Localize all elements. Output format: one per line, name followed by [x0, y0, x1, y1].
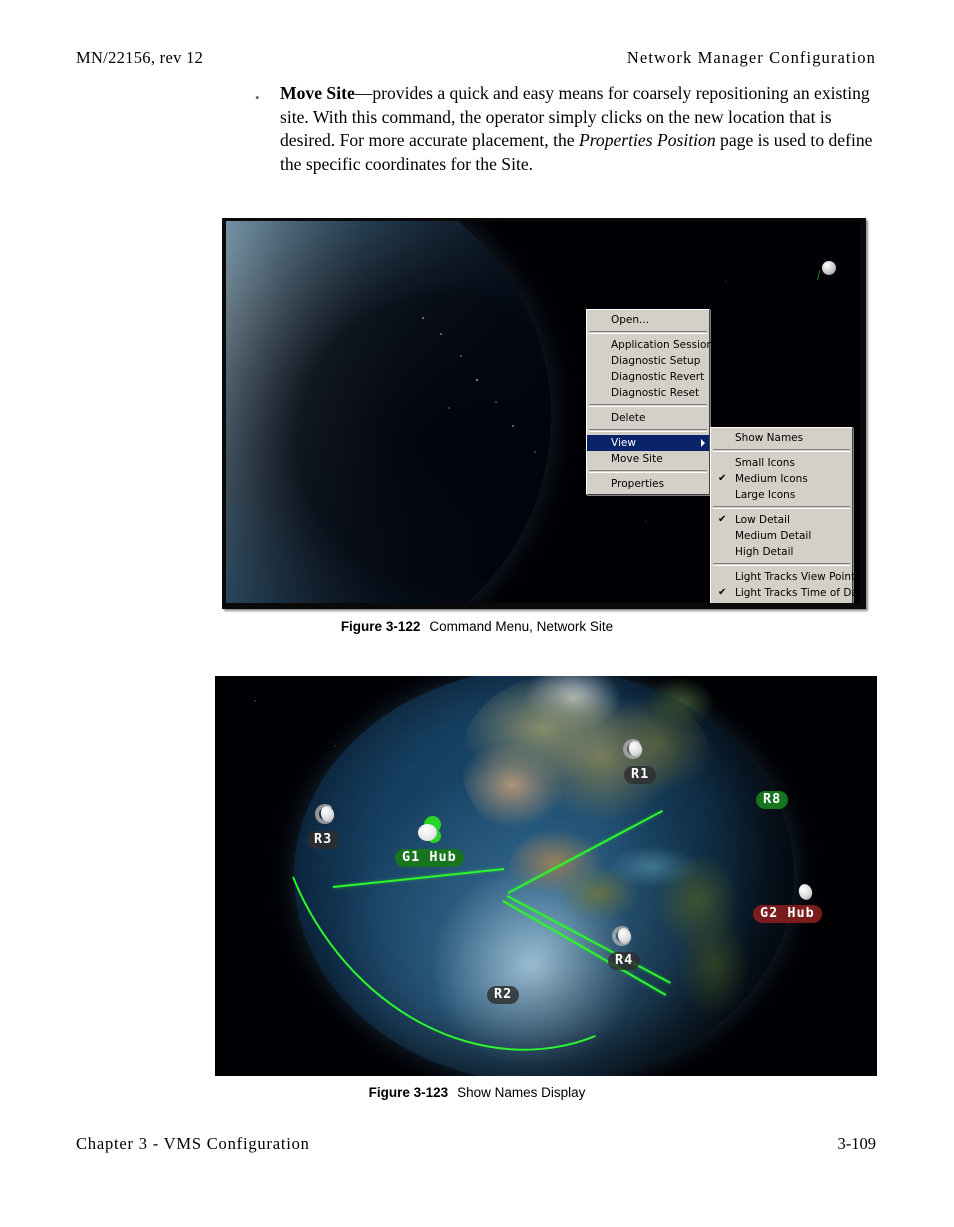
chapter-label: Chapter 3 - VMS Configuration [76, 1134, 310, 1153]
document-revision-label: MN/22156, rev 12 [76, 48, 204, 67]
hub-node-white [418, 824, 437, 841]
globe-shading-overlay [294, 676, 794, 1076]
figure-3-122-title: Command Menu, Network Site [429, 619, 614, 634]
site-label-r3[interactable]: R3 [307, 831, 340, 849]
menu-item-label: Move Site [611, 453, 663, 465]
site-hub-g1[interactable] [418, 816, 448, 846]
properties-position-term: Properties Position [578, 130, 716, 151]
site-label-r8[interactable]: R8 [756, 791, 789, 809]
earth-globe-day [294, 676, 794, 1076]
site-dish-g2[interactable] [793, 882, 815, 902]
submenu-item-label: High Detail [735, 546, 794, 558]
menu-item-diagnostic-setup[interactable]: Diagnostic Setup [587, 353, 709, 369]
figure-3-122-number: Figure 3-122 [340, 619, 421, 634]
earth-night-shadow [226, 221, 551, 603]
mexico-landmass [506, 818, 666, 948]
submenu-item-separator [713, 563, 850, 566]
submenu-item-high-detail[interactable]: High Detail [711, 544, 852, 560]
page-number: 3-109 [837, 1134, 877, 1153]
submenu-item-label: Low Detail [735, 514, 790, 526]
site-dish-r1[interactable] [623, 739, 645, 759]
site-dish-r3[interactable] [315, 804, 337, 824]
caribbean-shallows [594, 836, 714, 898]
menu-item-delete[interactable]: Delete [587, 410, 709, 426]
submenu-item-medium-detail[interactable]: Medium Detail [711, 528, 852, 544]
submenu-item-separator [713, 449, 850, 452]
figure-3-123-image: R1 R8 R3 G1 Hub G2 Hub R4 R2 [215, 676, 877, 1076]
menu-item-label: Application Sessions [611, 339, 719, 351]
move-site-bullet: • Move Site—provides a quick and easy me… [255, 82, 885, 176]
page-header: MN/22156, rev 12 Network Manager Configu… [76, 48, 876, 68]
menu-item-separator [589, 331, 707, 334]
submenu-item-medium-icons[interactable]: ✔ Medium Icons [711, 471, 852, 487]
move-site-term: Move Site [280, 83, 355, 103]
menu-item-label: Delete [611, 412, 646, 424]
checkmark-icon: ✔ [718, 514, 727, 525]
menu-item-diagnostic-reset[interactable]: Diagnostic Reset [587, 385, 709, 401]
menu-item-move-site[interactable]: Move Site [587, 451, 709, 467]
menu-item-open[interactable]: Open... [587, 312, 709, 328]
site-context-menu[interactable]: Open... Application Sessions Diagnostic Se… [586, 309, 719, 495]
menu-item-label: Properties [611, 478, 665, 490]
view-submenu[interactable]: Show Names Small Icons ✔ Medium Icons Large … [710, 427, 860, 603]
menu-item-label: Diagnostic Revert [611, 371, 705, 383]
bullet-icon: • [255, 90, 260, 105]
submenu-item-label: Medium Detail [735, 530, 812, 542]
network-manager-globe-view-night: Open... Application Sessions Diagnostic Se… [226, 221, 860, 603]
submenu-item-label: Medium Icons [735, 473, 808, 485]
section-title-label: Network Manager Configuration [626, 48, 876, 67]
submenu-item-label: Large Icons [735, 489, 796, 501]
menu-item-application-sessions[interactable]: Application Sessions [587, 337, 719, 353]
figure-3-123-caption: Figure 3-123 Show Names Display [0, 1085, 954, 1100]
checkmark-icon: ✔ [718, 587, 727, 598]
submenu-item-label: Light Tracks Time of Day [735, 587, 860, 599]
figure-3-123-title: Show Names Display [457, 1085, 586, 1100]
submenu-item-light-tracks-time-of-day[interactable]: ✔ Light Tracks Time of Day [711, 585, 860, 601]
menu-item-view[interactable]: View [587, 435, 709, 451]
site-label-r2[interactable]: R2 [487, 986, 520, 1004]
submenu-item-label: Small Icons [735, 457, 795, 469]
submenu-item-light-tracks-view-point[interactable]: Light Tracks View Point [711, 569, 856, 585]
submenu-item-show-names[interactable]: Show Names [711, 430, 852, 446]
menu-item-separator [589, 404, 707, 407]
submenu-item-low-detail[interactable]: ✔ Low Detail [711, 512, 852, 528]
submenu-item-separator [713, 506, 850, 509]
checkmark-icon: ✔ [718, 473, 727, 484]
site-dish-face-g2 [796, 882, 815, 902]
menu-item-label: Diagnostic Reset [611, 387, 700, 399]
menu-item-properties[interactable]: Properties [587, 476, 709, 492]
menu-item-separator [589, 429, 707, 432]
site-label-r1[interactable]: R1 [624, 766, 657, 784]
site-label-g1-hub[interactable]: G1 Hub [395, 849, 464, 867]
submenu-item-large-icons[interactable]: Large Icons [711, 487, 852, 503]
chevron-right-icon [701, 439, 705, 447]
submenu-item-label: Light Tracks View Point [735, 571, 856, 583]
site-label-r4[interactable]: R4 [608, 952, 641, 970]
site-label-g2-hub[interactable]: G2 Hub [753, 905, 822, 923]
submenu-item-label: Show Names [735, 432, 804, 444]
menu-item-label: View [611, 437, 636, 449]
page-footer: Chapter 3 - VMS Configuration 3-109 [76, 1134, 876, 1154]
site-dish-r4[interactable] [612, 926, 634, 946]
menu-item-label: Diagnostic Setup [611, 355, 701, 367]
menu-item-diagnostic-revert[interactable]: Diagnostic Revert [587, 369, 709, 385]
menu-item-label: Open... [611, 314, 650, 326]
figure-3-122-image: Open... Application Sessions Diagnostic Se… [222, 218, 866, 609]
menu-item-separator [589, 470, 707, 473]
submenu-item-small-icons[interactable]: Small Icons [711, 455, 852, 471]
figure-3-123-number: Figure 3-123 [368, 1085, 449, 1100]
figure-3-122-caption: Figure 3-122 Command Menu, Network Site [0, 619, 954, 634]
move-site-paragraph: Move Site—provides a quick and easy mean… [255, 82, 885, 176]
north-america-landmass [462, 676, 714, 860]
